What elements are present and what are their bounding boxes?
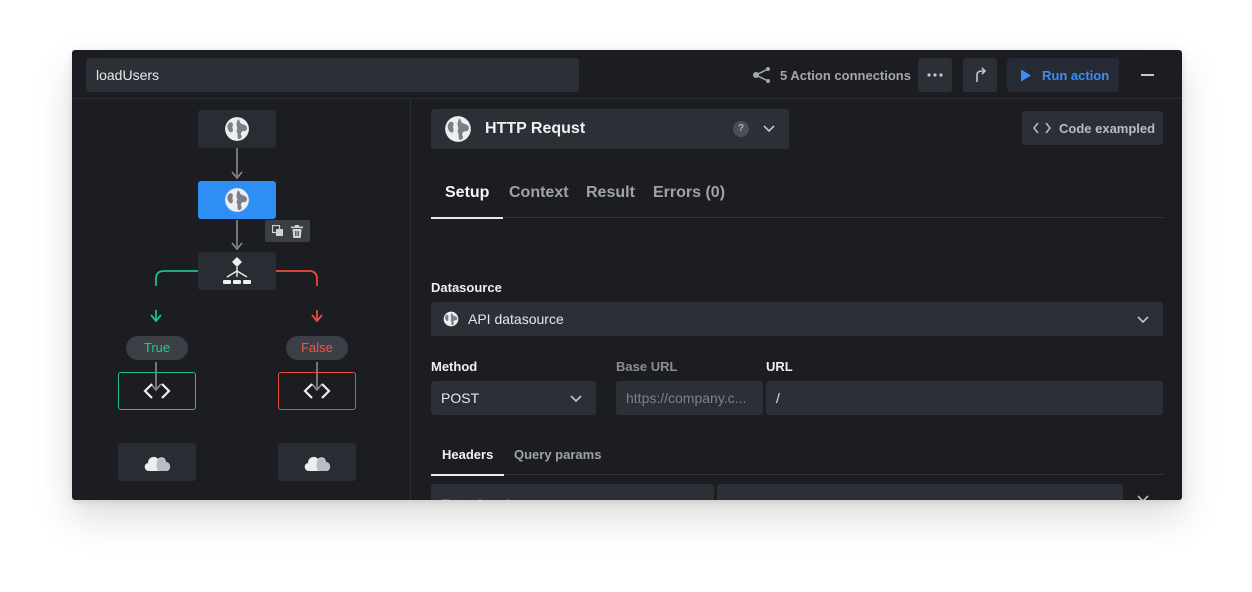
duplicate-icon[interactable] bbox=[271, 225, 284, 237]
request-type-select[interactable]: HTTP Requst ? bbox=[431, 109, 789, 149]
globe-icon bbox=[224, 116, 250, 142]
config-panel: HTTP Requst ? Code exampled Setup Contex… bbox=[412, 100, 1182, 500]
flow-node-false-code[interactable] bbox=[278, 372, 356, 410]
play-icon bbox=[1021, 69, 1031, 81]
more-icon bbox=[927, 73, 943, 77]
tab-errors[interactable]: Errors (0) bbox=[653, 172, 725, 218]
request-subtabs: Headers Query params bbox=[431, 440, 1164, 476]
url-label: URL bbox=[766, 359, 793, 374]
globe-icon bbox=[443, 311, 459, 327]
base-url-field[interactable]: https://company.c... bbox=[616, 381, 763, 415]
method-label: Method bbox=[431, 359, 478, 374]
help-icon[interactable]: ? bbox=[733, 121, 749, 137]
cloud-icon bbox=[304, 456, 331, 471]
run-action-label: Run action bbox=[1042, 67, 1110, 83]
true-branch-label: True bbox=[126, 336, 188, 360]
connections-label: 5 Action connections bbox=[780, 67, 911, 83]
tab-context[interactable]: Context bbox=[509, 172, 569, 218]
datasource-label: Datasource bbox=[431, 280, 502, 295]
flow-connectors bbox=[150, 148, 323, 392]
code-icon bbox=[1033, 122, 1051, 134]
deploy-button[interactable] bbox=[963, 58, 997, 92]
code-example-label: Code exampled bbox=[1059, 120, 1156, 136]
run-action-button[interactable]: Run action bbox=[1007, 58, 1119, 92]
chevron-down-icon bbox=[570, 395, 582, 403]
more-button[interactable] bbox=[918, 58, 952, 92]
header-name-input[interactable]: Enter header name bbox=[431, 484, 714, 500]
trash-icon[interactable] bbox=[291, 224, 304, 238]
subtab-query-params[interactable]: Query params bbox=[514, 440, 601, 475]
flow-panel: True False bbox=[72, 100, 411, 500]
flow-node-true-cloud[interactable] bbox=[118, 443, 196, 481]
deploy-icon bbox=[976, 67, 987, 82]
branch-icon bbox=[223, 257, 251, 284]
request-type-label: HTTP Requst bbox=[485, 120, 586, 137]
node-toolbar bbox=[265, 220, 310, 242]
chevron-down-icon bbox=[763, 125, 775, 133]
flow-node-http-request[interactable] bbox=[198, 181, 276, 219]
action-name-input[interactable]: loadUsers bbox=[86, 58, 579, 92]
config-tabs: Setup Context Result Errors (0) bbox=[431, 172, 1164, 219]
code-icon bbox=[143, 383, 171, 399]
flow-node-trigger[interactable] bbox=[198, 110, 276, 148]
minimize-icon bbox=[1140, 74, 1154, 76]
datasource-select[interactable]: API datasource bbox=[431, 302, 1163, 336]
action-editor-window: loadUsers 5 Action connections Run actio… bbox=[72, 50, 1182, 500]
subtab-headers[interactable]: Headers bbox=[431, 440, 505, 476]
close-icon[interactable] bbox=[1136, 494, 1150, 500]
false-branch-label: False bbox=[286, 336, 348, 360]
flow-node-true-code[interactable] bbox=[118, 372, 196, 410]
method-value: POST bbox=[441, 390, 480, 406]
action-connections-button[interactable]: 5 Action connections bbox=[752, 58, 911, 92]
chevron-down-icon bbox=[1137, 316, 1149, 324]
tab-result[interactable]: Result bbox=[586, 172, 635, 218]
globe-icon bbox=[224, 187, 250, 213]
header-value-input[interactable] bbox=[717, 484, 1123, 500]
base-url-label: Base URL bbox=[616, 359, 678, 374]
connections-icon bbox=[753, 67, 770, 83]
flow-node-false-cloud[interactable] bbox=[278, 443, 356, 481]
globe-icon bbox=[444, 115, 472, 143]
code-icon bbox=[303, 383, 331, 399]
code-example-button[interactable]: Code exampled bbox=[1022, 111, 1163, 145]
cloud-icon bbox=[144, 456, 171, 471]
tab-setup[interactable]: Setup bbox=[431, 172, 504, 219]
top-bar: loadUsers 5 Action connections Run actio… bbox=[72, 50, 1182, 99]
minimize-button[interactable] bbox=[1137, 58, 1157, 92]
url-input[interactable]: / bbox=[766, 381, 1163, 415]
flow-node-condition[interactable] bbox=[198, 252, 276, 290]
datasource-value: API datasource bbox=[468, 311, 564, 327]
